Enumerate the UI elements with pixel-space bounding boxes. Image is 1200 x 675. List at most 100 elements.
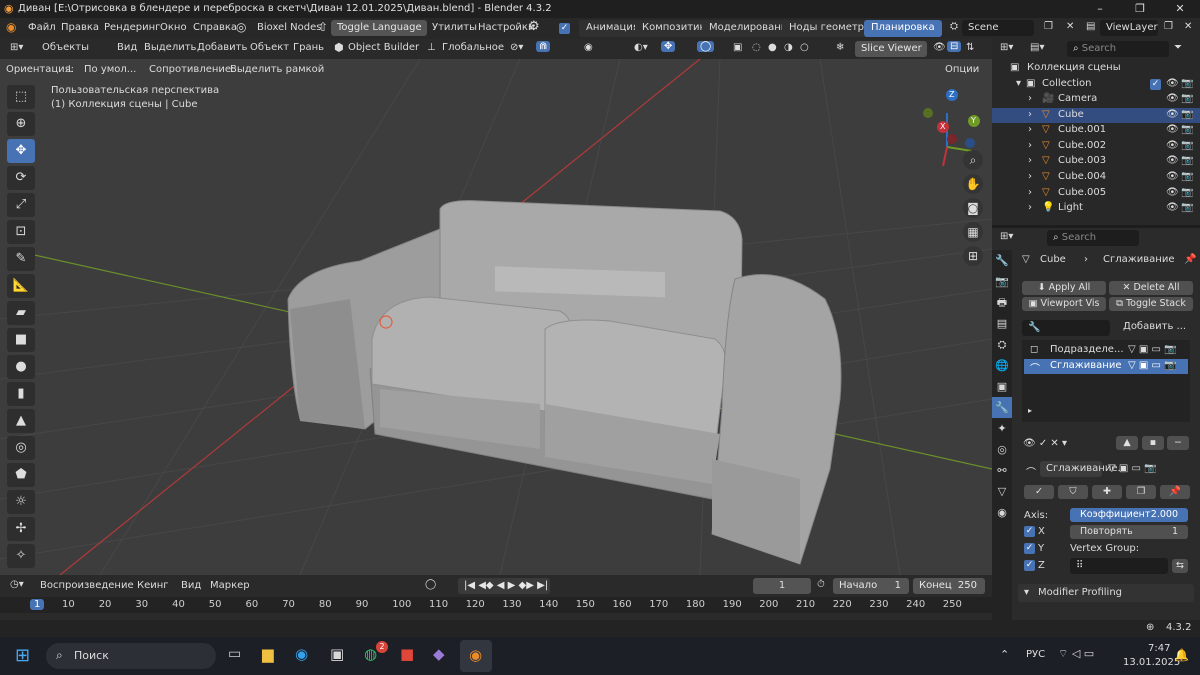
options-dropdown[interactable]: Опции bbox=[945, 64, 979, 75]
select-box-icon[interactable]: ⬚ bbox=[7, 85, 35, 109]
render-camera-icon[interactable]: 📷 bbox=[1181, 187, 1193, 198]
axis-z-checkbox[interactable]: ✓ bbox=[1024, 560, 1035, 571]
object-tab-icon[interactable]: ▣ bbox=[992, 376, 1012, 397]
outliner-item[interactable]: › ▽ Cube.004 👁 📷 bbox=[992, 170, 1200, 185]
apply-check-icon[interactable]: ✓ bbox=[1024, 485, 1054, 499]
camera-icon[interactable]: ◙ bbox=[963, 198, 983, 218]
end-frame-field[interactable]: Конец 250 bbox=[913, 578, 985, 594]
outliner-editor-icon[interactable]: ⊞▾ bbox=[1000, 42, 1013, 53]
mode-selector[interactable]: Объекты bbox=[42, 42, 89, 53]
collection-checkbox[interactable]: ✓ bbox=[1150, 79, 1161, 90]
tray-expand-icon[interactable]: ⌃ bbox=[1000, 648, 1009, 661]
invert-icon[interactable]: ⇆ bbox=[1172, 559, 1188, 573]
blender-menu-icon[interactable]: ◉ bbox=[6, 20, 16, 34]
menu-file[interactable]: Файл bbox=[28, 22, 56, 33]
solid-shading-icon[interactable]: ● bbox=[768, 42, 777, 53]
visibility-icon[interactable]: ◐▾ bbox=[634, 42, 648, 53]
add-cone-icon[interactable]: ▲ bbox=[7, 409, 35, 433]
modifier-toggles-icon[interactable]: ▽ ▣ ▭ 📷 bbox=[1128, 360, 1177, 371]
scale-icon[interactable]: ⤢ bbox=[7, 193, 35, 217]
copy-layer-icon[interactable]: ❐ bbox=[1164, 21, 1173, 32]
list-action-icons[interactable]: 👁 ✓ ✕ ▾ bbox=[1023, 438, 1067, 449]
file-explorer-icon[interactable]: ▆ bbox=[262, 645, 274, 663]
render-camera-icon[interactable]: 📷 bbox=[1181, 78, 1193, 89]
outliner-item[interactable]: › 💡 Light 👁 📷 bbox=[992, 201, 1200, 216]
physics-tab-icon[interactable]: ◎ bbox=[992, 439, 1012, 460]
menu-settings[interactable]: Настройки bbox=[478, 22, 534, 33]
editor-type-icon[interactable]: ⊞▾ bbox=[10, 42, 23, 53]
menu-edit[interactable]: Правка bbox=[61, 22, 99, 33]
minimize-button[interactable]: – bbox=[1080, 0, 1120, 18]
drag-dropdown[interactable]: Выделить рамкой bbox=[230, 64, 324, 75]
add-misc-icon[interactable]: ✧ bbox=[7, 544, 35, 568]
add-plane-icon[interactable]: ▰ bbox=[7, 301, 35, 325]
quad-view-icon[interactable]: ⊞ bbox=[963, 246, 983, 266]
overlay-toggle-icon[interactable]: ◯ bbox=[697, 41, 715, 52]
duplicate-icon[interactable]: ❐ bbox=[1126, 485, 1156, 499]
modifier-name-field[interactable]: Сглаживание... bbox=[1040, 461, 1127, 477]
tool-tab-icon[interactable]: 🔧 bbox=[992, 250, 1012, 271]
pin-icon[interactable]: 📌 bbox=[1184, 254, 1196, 265]
gizmo-toggle-icon[interactable]: ✥ bbox=[661, 41, 676, 52]
slice-viewer-button[interactable]: Slice Viewer bbox=[855, 41, 927, 57]
outliner-item[interactable]: › ▽ Cube.001 👁 📷 bbox=[992, 123, 1200, 138]
outliner-search[interactable]: ⌕ Search bbox=[1067, 41, 1169, 57]
eye-icon[interactable]: 👁 bbox=[933, 42, 946, 53]
remove-scene-icon[interactable]: ✕ bbox=[1066, 21, 1074, 32]
timeline-editor-icon[interactable]: ◷▾ bbox=[10, 579, 24, 590]
render-camera-icon[interactable]: 📷 bbox=[1181, 171, 1193, 182]
outliner-collection-row[interactable]: ▾ ▣ Collection ✓ 👁 📷 bbox=[992, 77, 1200, 92]
stopwatch-icon[interactable]: ⏱ bbox=[817, 579, 825, 590]
proportional-edit-icon[interactable]: ◉ bbox=[584, 42, 593, 53]
task-view-icon[interactable]: ▭ bbox=[228, 646, 241, 662]
viewport-vis-button[interactable]: ▣ Viewport Vis bbox=[1022, 297, 1106, 311]
render-camera-icon[interactable]: 📷 bbox=[1181, 202, 1193, 213]
outliner-root-row[interactable]: ▣ Коллекция сцены bbox=[992, 61, 1200, 76]
add-mesh-icon[interactable]: ⬟ bbox=[7, 463, 35, 487]
particles-tab-icon[interactable]: ✦ bbox=[992, 418, 1012, 439]
menu-object[interactable]: Объект bbox=[250, 42, 289, 53]
visibility-eye-icon[interactable]: 👁 bbox=[1166, 78, 1179, 89]
menu-keying[interactable]: Кеинг bbox=[137, 580, 169, 591]
cursor-icon[interactable]: ⊕ bbox=[7, 112, 35, 136]
render-camera-icon[interactable]: 📷 bbox=[1181, 155, 1193, 166]
render-camera-icon[interactable]: 📷 bbox=[1181, 93, 1193, 104]
visibility-eye-icon[interactable]: 👁 bbox=[1166, 171, 1179, 182]
vertex-group-field[interactable]: ⠿ bbox=[1070, 558, 1168, 574]
close-button[interactable]: ✕ bbox=[1160, 0, 1200, 18]
frame-ruler[interactable]: 1 10 20 30 40 50 60 70 80 90 100 110 120 130 140 150 160… bbox=[0, 597, 992, 613]
repeat-field[interactable]: Повторять 1 bbox=[1070, 525, 1188, 539]
add-light-icon[interactable]: ☼ bbox=[7, 490, 35, 514]
constraints-tab-icon[interactable]: ⚯ bbox=[992, 460, 1012, 481]
object-builder-button[interactable]: Object Builder bbox=[348, 42, 419, 53]
material-shading-icon[interactable]: ◑ bbox=[784, 42, 793, 53]
display-mode-icon[interactable]: ▤▾ bbox=[1030, 42, 1044, 53]
move-up-icon[interactable]: ▲ bbox=[1116, 436, 1138, 450]
start-frame-field[interactable]: Начало 1 bbox=[833, 578, 909, 594]
list-expand-icon[interactable]: ▸ bbox=[1028, 406, 1032, 415]
menu-face[interactable]: Грань bbox=[293, 42, 324, 53]
3d-viewport[interactable]: Z Y X ⊞▾ Объекты Вид Выделить Добавить О… bbox=[0, 39, 992, 575]
move-down-icon[interactable]: ▪ bbox=[1142, 436, 1164, 450]
outliner-item[interactable]: › ▽ Cube.003 👁 📷 bbox=[992, 154, 1200, 169]
snap-icon[interactable]: ⋒ bbox=[536, 41, 551, 52]
shield-icon[interactable]: ⛉ bbox=[1058, 485, 1088, 499]
axis-y-checkbox[interactable]: ✓ bbox=[1024, 543, 1035, 554]
menu-select[interactable]: Выделить bbox=[144, 42, 196, 53]
menu-bioxel-nodes[interactable]: Bioxel Nodes bbox=[257, 22, 321, 33]
menu-timeline-view[interactable]: Вид bbox=[181, 580, 201, 591]
transform-orientation-dropdown[interactable]: Глобальное bbox=[442, 42, 504, 53]
recorder-icon[interactable]: ■ bbox=[400, 645, 414, 663]
modifier-visibility-icons[interactable]: ▽ ▣ ▭ 📷 bbox=[1108, 463, 1157, 474]
view-layer-tab-icon[interactable]: ▤ bbox=[992, 313, 1012, 334]
camera-view-icon[interactable]: ❄ bbox=[836, 42, 844, 53]
modifier-profiling-panel[interactable]: ▾ Modifier Profiling bbox=[1018, 584, 1194, 602]
visibility-eye-icon[interactable]: 👁 bbox=[1166, 124, 1179, 135]
output-tab-icon[interactable]: 🖶 bbox=[992, 292, 1012, 313]
scene-tab-icon[interactable]: ⛭ bbox=[992, 334, 1012, 355]
annotate-icon[interactable]: ✎ bbox=[7, 247, 35, 271]
filter-icon[interactable]: ⊟ bbox=[947, 41, 962, 52]
edge-browser-icon[interactable]: ◉ bbox=[295, 645, 308, 663]
menu-marker[interactable]: Маркер bbox=[210, 580, 250, 591]
expand-arrow-icon[interactable]: › bbox=[1028, 202, 1032, 213]
